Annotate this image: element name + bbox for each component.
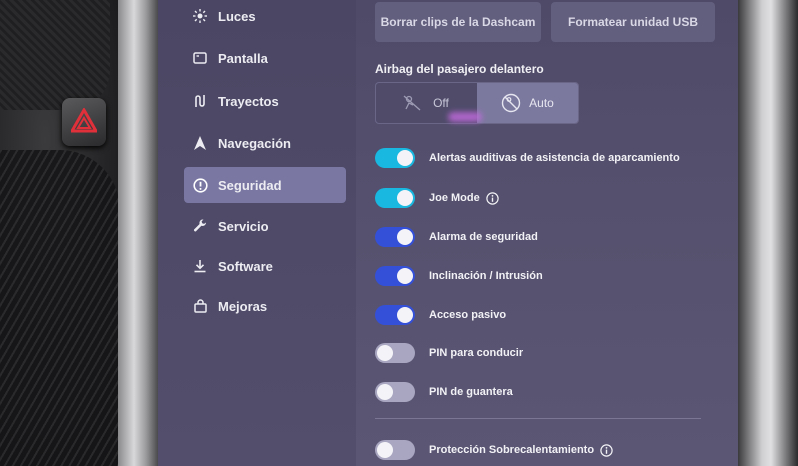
- sidebar-item-servicio[interactable]: Servicio: [184, 208, 346, 244]
- sidebar-item-label: Trayectos: [218, 93, 279, 109]
- sidebar-item-label: Pantalla: [218, 50, 268, 66]
- airbag-auto-option[interactable]: Auto: [477, 83, 578, 123]
- sidebar-item-label: Software: [218, 258, 273, 274]
- sidebar-item-pantalla[interactable]: Pantalla: [184, 40, 346, 76]
- sidebar-item-mejoras[interactable]: Mejoras: [184, 288, 346, 324]
- airbag-section-label: Airbag del pasajero delantero: [375, 62, 544, 76]
- sidebar-item-label: Mejoras: [218, 298, 268, 314]
- sidebar-item-navegacion[interactable]: Navegación: [184, 125, 346, 161]
- toggle-row-security-alarm: Alarma de seguridad: [375, 226, 538, 248]
- sidebar-item-label: Luces: [218, 8, 256, 24]
- toggle-row-glovebox-pin: PIN de guantera: [375, 381, 513, 403]
- airbag-auto-icon: [501, 93, 521, 113]
- display-icon: [192, 50, 208, 66]
- sidebar-item-trayectos[interactable]: Trayectos: [184, 83, 346, 119]
- toggle-row-pin-to-drive: PIN para conducir: [375, 342, 523, 364]
- toggle-row-passive-entry: Acceso pasivo: [375, 304, 506, 326]
- seat-leather: [0, 150, 120, 466]
- security-alarm-toggle[interactable]: [375, 227, 415, 247]
- touchscreen: Luces Pantalla Trayectos Navegación Segu: [158, 0, 738, 466]
- navigation-icon: [192, 135, 208, 151]
- download-icon: [192, 258, 208, 274]
- toggle-row-parking-alerts: Alertas auditivas de asistencia de aparc…: [375, 147, 680, 169]
- overheat-protection-toggle[interactable]: [375, 440, 415, 460]
- sun-icon: [192, 8, 208, 24]
- parking-alerts-toggle[interactable]: [375, 148, 415, 168]
- screen-bezel-right: [738, 0, 798, 466]
- toggle-label: Alarma de seguridad: [429, 231, 538, 243]
- sidebar-item-seguridad[interactable]: Seguridad: [184, 167, 346, 203]
- airbag-off-icon: [403, 95, 421, 111]
- toggle-label: Joe Mode: [429, 192, 480, 204]
- toggle-row-tilt-intrusion: Inclinación / Intrusión: [375, 265, 543, 287]
- hazard-button[interactable]: [62, 98, 106, 146]
- delete-dashcam-clips-button[interactable]: Borrar clips de la Dashcam: [375, 2, 541, 42]
- toggle-row-overheat-protection: Protección Sobrecalentamiento: [375, 439, 613, 461]
- toggle-label: Acceso pasivo: [429, 309, 507, 321]
- toggle-label: Protección Sobrecalentamiento: [429, 444, 595, 456]
- info-icon[interactable]: [600, 443, 613, 457]
- passive-entry-toggle[interactable]: [375, 305, 415, 325]
- settings-sidebar: Luces Pantalla Trayectos Navegación Segu: [158, 0, 356, 466]
- pin-to-drive-toggle[interactable]: [375, 343, 415, 363]
- sidebar-item-label: Seguridad: [218, 177, 282, 193]
- sidebar-item-luces[interactable]: Luces: [184, 0, 346, 34]
- hazard-icon: [71, 108, 97, 133]
- carbon-trim: [0, 0, 110, 110]
- wrench-icon: [192, 218, 208, 234]
- sidebar-item-label: Servicio: [218, 218, 269, 234]
- security-settings-panel: Borrar clips de la Dashcam Formatear uni…: [375, 0, 738, 466]
- toggle-label: PIN para conducir: [429, 347, 524, 359]
- section-divider: [375, 418, 701, 419]
- glovebox-pin-toggle[interactable]: [375, 382, 415, 402]
- sidebar-item-software[interactable]: Software: [184, 248, 346, 284]
- joe-mode-toggle[interactable]: [375, 188, 415, 208]
- sidebar-item-label: Navegación: [218, 135, 291, 151]
- toggle-row-joe-mode: Joe Mode: [375, 187, 499, 209]
- alert-circle-icon: [192, 177, 208, 193]
- screen-glare: [448, 112, 482, 122]
- format-usb-button[interactable]: Formatear unidad USB: [551, 2, 715, 42]
- screen-bezel-left: [118, 0, 158, 466]
- toggle-label: Inclinación / Intrusión: [429, 270, 543, 282]
- toggle-label: Alertas auditivas de asistencia de aparc…: [429, 152, 680, 164]
- shopping-bag-icon: [192, 298, 208, 314]
- airbag-off-label: Off: [433, 96, 449, 110]
- trips-icon: [192, 93, 208, 109]
- info-icon[interactable]: [486, 191, 499, 205]
- airbag-auto-label: Auto: [529, 96, 554, 110]
- toggle-label: PIN de guantera: [429, 386, 513, 398]
- tilt-intrusion-toggle[interactable]: [375, 266, 415, 286]
